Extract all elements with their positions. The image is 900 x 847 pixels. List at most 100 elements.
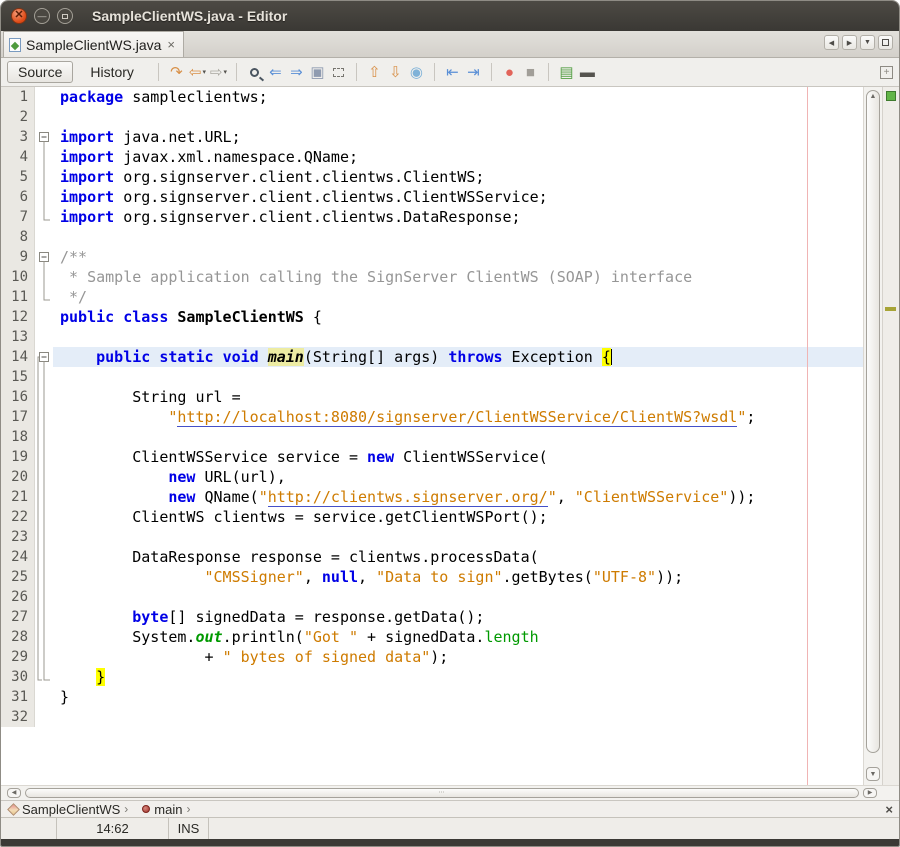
tab-list-dropdown-icon[interactable]: ▼ [860,35,875,50]
breadcrumb-item-sampleclientws[interactable]: SampleClientWS [22,802,120,817]
code-line-5[interactable]: 5import org.signserver.client.clientws.C… [1,167,863,187]
code-text[interactable] [53,527,863,547]
code-line-9[interactable]: 9 /** [1,247,863,267]
code-text[interactable]: public class SampleClientWS { [53,307,863,327]
next-bookmark-icon[interactable]: ⇩ [385,62,406,83]
code-text[interactable]: import java.net.URL; [53,127,863,147]
code-line-26[interactable]: 26 [1,587,863,607]
chevron-right-icon[interactable]: › [186,802,190,816]
minimize-button[interactable]: — [34,8,50,24]
fold-marker-icon[interactable] [35,127,53,147]
code-text[interactable]: } [53,687,863,707]
code-text[interactable]: */ [53,287,863,307]
titlebar[interactable]: ✕ — SampleClientWS.java - Editor [1,1,899,31]
code-text[interactable]: import org.signserver.client.clientws.Cl… [53,187,863,207]
code-text[interactable]: + " bytes of signed data"); [53,647,863,667]
code-line-31[interactable]: 31} [1,687,863,707]
occurrence-stripe-mark[interactable] [885,307,896,311]
line-number[interactable]: 12 [1,307,35,327]
start-macro-recording-icon[interactable]: ● [499,62,520,83]
find-selection-icon[interactable] [244,62,265,83]
line-number[interactable]: 18 [1,427,35,447]
code-line-11[interactable]: 11 */ [1,287,863,307]
code-text[interactable] [53,427,863,447]
code-text[interactable]: package sampleclientws; [53,87,863,107]
code-text[interactable] [53,587,863,607]
code-line-10[interactable]: 10 * Sample application calling the Sign… [1,267,863,287]
line-number[interactable]: 15 [1,367,35,387]
toolbar-grip-icon[interactable]: + [880,66,893,79]
code-text[interactable]: String url = [53,387,863,407]
horizontal-scrollbar-thumb[interactable]: ⋯ [25,788,859,798]
tab-close-icon[interactable]: × [167,37,175,52]
maximize-button[interactable] [57,8,73,24]
code-line-29[interactable]: 29 + " bytes of signed data"); [1,647,863,667]
line-number[interactable]: 14 [1,347,35,367]
tab-sampleclientws[interactable]: SampleClientWS.java × [3,31,184,57]
line-number[interactable]: 19 [1,447,35,467]
code-text[interactable]: DataResponse response = clientws.process… [53,547,863,567]
last-edit-position-icon[interactable]: ↷ [166,62,187,83]
no-errors-indicator[interactable] [886,91,896,101]
shift-line-left-icon[interactable]: ⇤ [442,62,463,83]
code-line-15[interactable]: 15 [1,367,863,387]
scroll-right-icon[interactable]: ▶ [863,788,877,798]
line-number[interactable]: 23 [1,527,35,547]
code-line-7[interactable]: 7import org.signserver.client.clientws.D… [1,207,863,227]
code-text[interactable]: * Sample application calling the SignSer… [53,267,863,287]
line-number[interactable]: 29 [1,647,35,667]
line-number[interactable]: 24 [1,547,35,567]
code-line-21[interactable]: 21 new QName("http://clientws.signserver… [1,487,863,507]
back-icon[interactable]: ⇦▾ [187,62,208,83]
chevron-right-icon[interactable]: › [124,802,128,816]
code-text[interactable]: ClientWS clientws = service.getClientWSP… [53,507,863,527]
code-line-20[interactable]: 20 new URL(url), [1,467,863,487]
code-text[interactable]: /** [53,247,863,267]
line-number[interactable]: 28 [1,627,35,647]
line-number[interactable]: 8 [1,227,35,247]
code-line-25[interactable]: 25 "CMSSigner", null, "Data to sign".get… [1,567,863,587]
toggle-highlight-search-icon[interactable]: ▣ [307,62,328,83]
code-text[interactable] [53,227,863,247]
code-text[interactable]: "http://localhost:8080/signserver/Client… [53,407,863,427]
code-line-22[interactable]: 22 ClientWS clientws = service.getClient… [1,507,863,527]
line-number[interactable]: 9 [1,247,35,267]
line-number[interactable]: 31 [1,687,35,707]
code-text[interactable]: new QName("http://clientws.signserver.or… [53,487,863,507]
line-number[interactable]: 1 [1,87,35,107]
code-line-18[interactable]: 18 [1,427,863,447]
code-line-12[interactable]: 12 public class SampleClientWS { [1,307,863,327]
code-text[interactable] [53,327,863,347]
shift-line-right-icon[interactable]: ⇥ [463,62,484,83]
breadcrumb-item-main[interactable]: main [154,802,182,817]
line-number[interactable]: 32 [1,707,35,727]
line-number[interactable]: 6 [1,187,35,207]
code-text[interactable] [53,367,863,387]
close-button[interactable]: ✕ [11,8,27,24]
code-line-4[interactable]: 4import javax.xml.namespace.QName; [1,147,863,167]
line-number[interactable]: 3 [1,127,35,147]
code-text[interactable]: System.out.println("Got " + signedData.l… [53,627,863,647]
code-line-2[interactable]: 2 [1,107,863,127]
uncomment-icon[interactable]: ▬ [577,62,598,83]
line-number[interactable]: 21 [1,487,35,507]
code-line-23[interactable]: 23 [1,527,863,547]
scroll-down-icon[interactable]: ▼ [866,767,880,781]
line-number[interactable]: 16 [1,387,35,407]
line-number[interactable]: 26 [1,587,35,607]
toggle-bookmark-icon[interactable]: ◉ [406,62,427,83]
line-number[interactable]: 30 [1,667,35,687]
code-line-3[interactable]: 3 import java.net.URL; [1,127,863,147]
code-text[interactable] [53,707,863,727]
breadcrumb-close-icon[interactable]: × [885,802,893,817]
code-text[interactable]: import org.signserver.client.clientws.Da… [53,207,863,227]
fold-marker-icon[interactable] [35,347,53,367]
toggle-rectangular-selection-icon[interactable] [328,62,349,83]
code-text[interactable]: byte[] signedData = response.getData(); [53,607,863,627]
code-line-16[interactable]: 16 String url = [1,387,863,407]
insert-mode-indicator[interactable]: INS [169,818,209,839]
line-number[interactable]: 5 [1,167,35,187]
history-view-button[interactable]: History [79,61,145,83]
scroll-tabs-left-icon[interactable]: ◀ [824,35,839,50]
code-line-27[interactable]: 27 byte[] signedData = response.getData(… [1,607,863,627]
